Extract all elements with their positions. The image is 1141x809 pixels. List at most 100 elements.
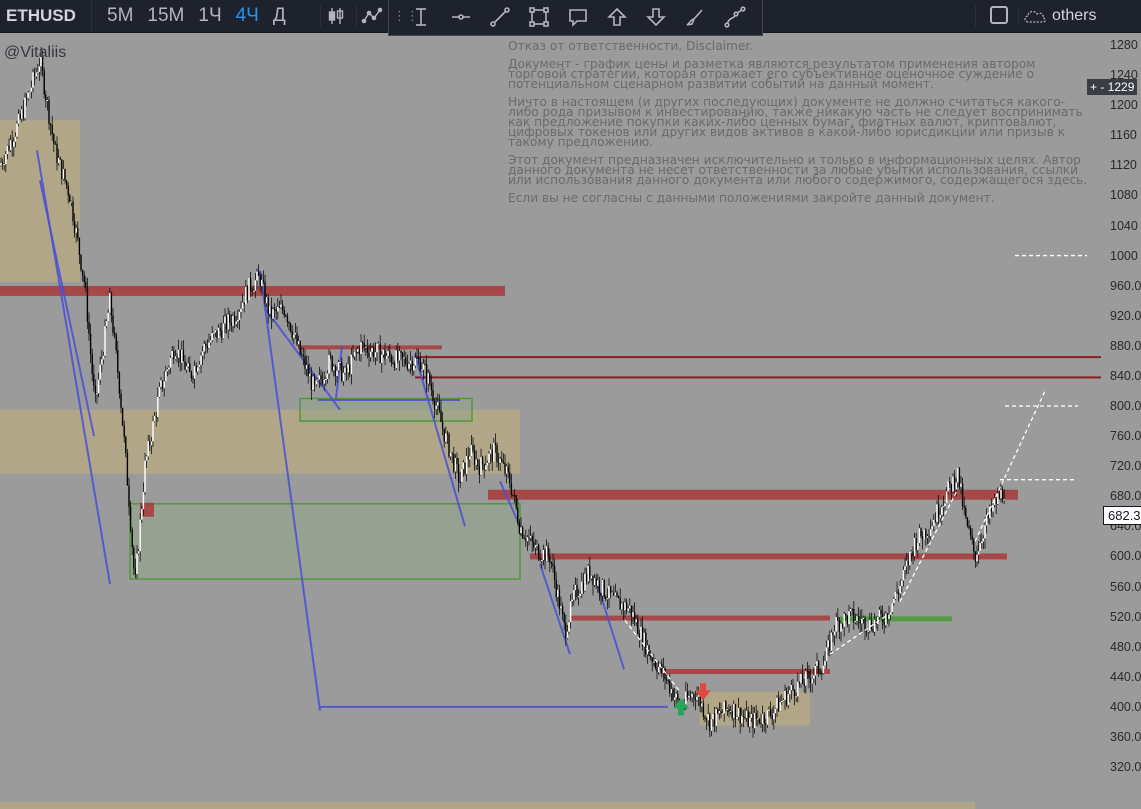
candle-body — [497, 462, 500, 464]
candle-body — [184, 361, 186, 370]
candle-body — [494, 442, 497, 445]
cursor-icon[interactable] — [405, 1, 437, 33]
candle-body — [665, 679, 668, 681]
path-icon[interactable] — [719, 1, 751, 33]
candle-body — [486, 462, 489, 466]
indicators-icon[interactable] — [356, 0, 388, 32]
interval-2[interactable]: 1Ч — [191, 0, 228, 32]
candle-body — [593, 578, 596, 586]
candle-body — [856, 616, 858, 621]
candle-body — [693, 694, 695, 698]
interval-1[interactable]: 15М — [140, 0, 191, 32]
candle-body — [661, 663, 663, 674]
brush-icon[interactable] — [679, 1, 711, 33]
arrow-down-icon[interactable] — [640, 1, 672, 33]
candle-body — [307, 364, 309, 376]
interval-0[interactable]: 5М — [100, 0, 140, 32]
supply-zone — [0, 802, 975, 809]
candle-body — [19, 113, 21, 119]
candle-body — [422, 363, 425, 370]
candle-body — [688, 695, 690, 698]
candle-body — [430, 383, 433, 390]
candle-body — [248, 277, 250, 301]
candle-body — [968, 525, 970, 529]
candle-body — [997, 493, 999, 505]
candle-body — [987, 515, 989, 519]
symbol-button[interactable]: ETHUSD — [0, 0, 92, 32]
price-tick-label: 1000 — [1110, 248, 1138, 263]
candle-body — [725, 701, 727, 710]
candle-body — [790, 685, 793, 691]
price-tick-label: 400.0 — [1110, 699, 1141, 714]
candle-body — [118, 372, 121, 394]
candle-body — [829, 640, 831, 651]
candle-body — [806, 671, 809, 673]
candle-body — [261, 279, 263, 287]
candle-body — [456, 458, 458, 465]
candle-body — [912, 551, 914, 557]
candle-body — [963, 506, 965, 508]
candle-body — [299, 341, 301, 355]
candle-body — [590, 575, 593, 579]
interval-4[interactable]: Д — [266, 0, 293, 32]
callout-icon[interactable] — [562, 1, 594, 33]
candle-body — [728, 708, 730, 712]
candle-body — [841, 623, 844, 627]
candle-body — [473, 450, 476, 465]
horizontal-line-icon[interactable] — [445, 1, 477, 33]
layout-toggle-icon[interactable] — [990, 6, 1008, 24]
price-scale-plus-label[interactable]: + - 1229 — [1087, 79, 1138, 95]
candle-body — [734, 704, 737, 720]
candle-body — [750, 714, 753, 718]
candle-body — [318, 375, 321, 380]
candle-body — [197, 367, 199, 372]
candle-body — [163, 381, 165, 389]
trend-line-icon[interactable] — [484, 1, 516, 33]
candle-body — [477, 459, 479, 466]
demand-zone — [299, 397, 473, 422]
candle-body — [86, 287, 89, 322]
candle-body — [121, 407, 124, 426]
candle-body — [576, 584, 578, 598]
interval-3[interactable]: 4Ч — [229, 0, 266, 32]
candle-body — [510, 483, 513, 495]
candle-body — [731, 711, 733, 719]
candle-body — [601, 579, 604, 596]
candle-body — [0, 163, 2, 166]
candle-body — [278, 306, 281, 308]
candle-body — [830, 632, 833, 651]
candle-body — [517, 507, 519, 523]
candle-body — [974, 551, 977, 562]
candle-body — [67, 185, 69, 196]
candle-body — [560, 606, 562, 609]
candle-body — [321, 379, 324, 384]
candle-body — [1, 163, 4, 165]
arrow-up-icon[interactable] — [601, 1, 633, 33]
candle-body — [153, 415, 156, 422]
candle-body — [411, 360, 413, 371]
candle-body — [984, 525, 986, 539]
candle-body — [726, 708, 729, 710]
candle-body — [161, 380, 164, 389]
candle-body — [403, 357, 405, 359]
candle-body — [537, 544, 540, 559]
candle-body — [382, 349, 385, 355]
candle-body — [705, 718, 708, 721]
trend-line — [259, 270, 321, 711]
candles-icon[interactable] — [320, 0, 352, 32]
candle-body — [939, 514, 941, 518]
candle-body — [102, 355, 105, 360]
candle-body — [848, 611, 850, 625]
candle-body — [241, 302, 244, 309]
candle-body — [531, 535, 533, 542]
candle-body — [851, 608, 853, 610]
others-button[interactable]: others — [1022, 3, 1118, 29]
candle-body — [177, 349, 180, 358]
rectangle-icon[interactable] — [523, 1, 555, 33]
candle-body — [536, 544, 538, 546]
candle-body — [43, 70, 45, 95]
price-scale[interactable]: 1280 1240 1200 1160 1120 1080 1040 1000 960.0 920… — [1101, 33, 1141, 809]
others-label: others — [1052, 7, 1097, 24]
candle-body — [83, 275, 85, 283]
candle-body — [416, 357, 418, 359]
